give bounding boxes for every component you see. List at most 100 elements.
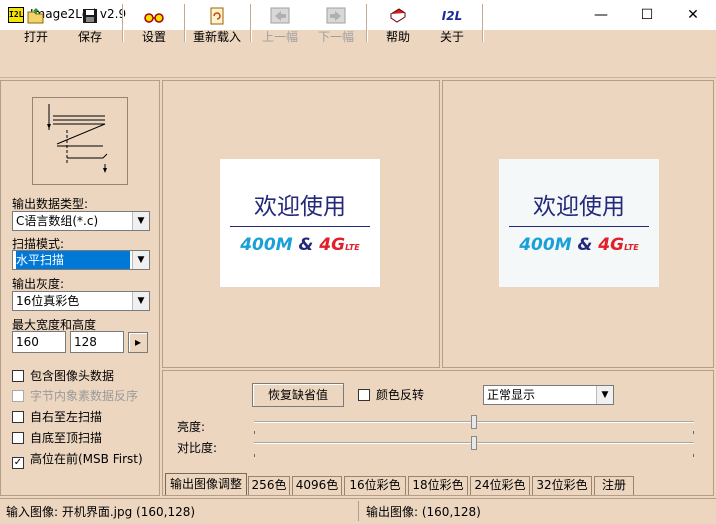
status-bar: 输入图像: 开机界面.jpg (160,128) 输出图像: (160,128) bbox=[0, 498, 716, 524]
brand-line: 400M & 4GLTE bbox=[499, 235, 659, 255]
save-button[interactable]: 保存 bbox=[68, 3, 112, 45]
floppy-disk-icon bbox=[83, 9, 97, 23]
toolbar-separator bbox=[366, 4, 368, 42]
output-type-value: C语言数组(*.c) bbox=[16, 214, 99, 228]
divider bbox=[509, 226, 649, 227]
open-folder-icon bbox=[27, 8, 44, 24]
next-arrow-icon bbox=[326, 7, 346, 24]
tab-256-color[interactable]: 256色 bbox=[248, 476, 290, 495]
slider-tick bbox=[254, 431, 255, 434]
close-button[interactable]: ✕ bbox=[670, 0, 716, 30]
brand-4g: 4G bbox=[598, 235, 625, 255]
tab-4096-color[interactable]: 4096色 bbox=[292, 476, 342, 495]
brand-400m: 400M bbox=[240, 235, 293, 255]
reload-icon bbox=[210, 7, 224, 25]
i2l-logo-icon: I2L bbox=[441, 9, 463, 23]
msb-first-checkbox[interactable]: ✓ 高位在前(MSB First) bbox=[12, 452, 143, 469]
help-label: 帮助 bbox=[385, 30, 410, 44]
max-width-input[interactable]: 160 bbox=[12, 331, 66, 353]
output-type-label: 输出数据类型: bbox=[12, 197, 89, 211]
prev-image-button[interactable]: 上一幅 bbox=[258, 3, 302, 45]
checkmark-icon[interactable]: ✓ bbox=[12, 457, 24, 469]
checkbox-label: 字节内象素数据反序 bbox=[30, 389, 139, 403]
chevron-down-icon[interactable]: ▼ bbox=[132, 251, 149, 269]
tab-output-adjust[interactable]: 输出图像调整 bbox=[165, 473, 247, 495]
save-label: 保存 bbox=[77, 30, 102, 44]
chevron-down-icon[interactable]: ▼ bbox=[596, 386, 613, 404]
brand-amp: & bbox=[298, 235, 314, 255]
tab-18bit-color[interactable]: 18位彩色 bbox=[408, 476, 468, 495]
brand-amp: & bbox=[577, 235, 593, 255]
brand-400m: 400M bbox=[519, 235, 572, 255]
reload-label: 重新载入 bbox=[192, 30, 241, 44]
brightness-slider-thumb[interactable] bbox=[471, 415, 477, 429]
output-type-select[interactable]: C语言数组(*.c) ▼ bbox=[12, 211, 150, 231]
about-button[interactable]: I2L 关于 bbox=[430, 3, 474, 45]
slider-tick bbox=[254, 454, 255, 457]
toolbar-separator bbox=[250, 4, 252, 42]
help-book-icon bbox=[390, 8, 406, 23]
apply-size-button[interactable]: ▸ bbox=[128, 332, 148, 353]
divider bbox=[230, 226, 370, 227]
input-image-status: 输入图像: 开机界面.jpg (160,128) bbox=[6, 505, 196, 519]
toolbar-separator bbox=[184, 4, 186, 42]
brightness-label: 亮度: bbox=[177, 420, 206, 434]
open-button[interactable]: 打开 bbox=[14, 3, 58, 45]
next-image-button[interactable]: 下一幅 bbox=[314, 3, 358, 45]
max-height-input[interactable]: 128 bbox=[70, 331, 124, 353]
scan-mode-select[interactable]: 水平扫描 ▼ bbox=[12, 250, 150, 270]
tab-register[interactable]: 注册 bbox=[594, 476, 634, 495]
tab-24bit-color[interactable]: 24位彩色 bbox=[470, 476, 530, 495]
contrast-label: 对比度: bbox=[177, 441, 218, 455]
checkbox-label: 高位在前(MSB First) bbox=[30, 452, 143, 466]
tab-32bit-color[interactable]: 32位彩色 bbox=[532, 476, 592, 495]
about-label: 关于 bbox=[439, 30, 464, 44]
settings-button[interactable]: 设置 bbox=[132, 3, 176, 45]
reverse-pixel-checkbox[interactable]: 字节内象素数据反序 bbox=[12, 389, 138, 405]
minimize-button[interactable]: — bbox=[578, 0, 624, 30]
prev-arrow-icon bbox=[270, 7, 290, 24]
slider-tick bbox=[693, 454, 694, 457]
checkbox-box[interactable] bbox=[12, 411, 24, 423]
gray-select[interactable]: 16位真彩色 ▼ bbox=[12, 291, 150, 311]
checkbox-box[interactable] bbox=[12, 370, 24, 382]
toolbar-separator bbox=[122, 4, 124, 42]
open-label: 打开 bbox=[23, 30, 48, 44]
toolbar-separator bbox=[482, 4, 484, 42]
display-mode-value: 正常显示 bbox=[487, 388, 536, 402]
glasses-icon bbox=[144, 13, 164, 23]
contrast-slider-thumb[interactable] bbox=[471, 436, 477, 450]
restore-defaults-button[interactable]: 恢复缺省值 bbox=[252, 383, 344, 407]
input-image: 欢迎使用 400M & 4GLTE bbox=[220, 159, 380, 287]
checkbox-label: 自右至左扫描 bbox=[30, 410, 103, 424]
chevron-down-icon[interactable]: ▼ bbox=[132, 212, 149, 230]
checkbox-box[interactable] bbox=[12, 390, 24, 402]
settings-label: 设置 bbox=[141, 30, 166, 44]
include-header-checkbox[interactable]: 包含图像头数据 bbox=[12, 369, 114, 385]
display-mode-select[interactable]: 正常显示 ▼ bbox=[483, 385, 614, 405]
invert-color-checkbox[interactable]: 颜色反转 bbox=[358, 388, 424, 404]
next-label: 下一幅 bbox=[317, 30, 354, 44]
brand-lte: LTE bbox=[345, 243, 360, 252]
slider-tick bbox=[693, 431, 694, 434]
welcome-text: 欢迎使用 bbox=[533, 194, 625, 220]
gray-label: 输出灰度: bbox=[12, 277, 65, 291]
chevron-down-icon[interactable]: ▼ bbox=[132, 292, 149, 310]
scan-mode-value: 水平扫描 bbox=[16, 251, 130, 269]
checkbox-label: 包含图像头数据 bbox=[30, 369, 115, 383]
output-image: 欢迎使用 400M & 4GLTE bbox=[499, 159, 659, 287]
bottom-to-top-checkbox[interactable]: 自底至顶扫描 bbox=[12, 431, 102, 447]
right-to-left-checkbox[interactable]: 自右至左扫描 bbox=[12, 410, 102, 426]
input-image-pane: 欢迎使用 400M & 4GLTE bbox=[162, 80, 440, 368]
help-button[interactable]: 帮助 bbox=[376, 3, 420, 45]
scan-diagram-icon bbox=[47, 104, 108, 173]
status-divider bbox=[358, 501, 359, 521]
checkbox-box[interactable] bbox=[358, 389, 370, 401]
welcome-text: 欢迎使用 bbox=[254, 194, 346, 220]
tab-16bit-color[interactable]: 16位彩色 bbox=[344, 476, 406, 495]
reload-button[interactable]: 重新载入 bbox=[190, 3, 244, 45]
gray-value: 16位真彩色 bbox=[16, 294, 80, 308]
maximize-button[interactable]: ☐ bbox=[624, 0, 670, 30]
checkbox-box[interactable] bbox=[12, 432, 24, 444]
scan-mode-diagram bbox=[32, 97, 128, 185]
